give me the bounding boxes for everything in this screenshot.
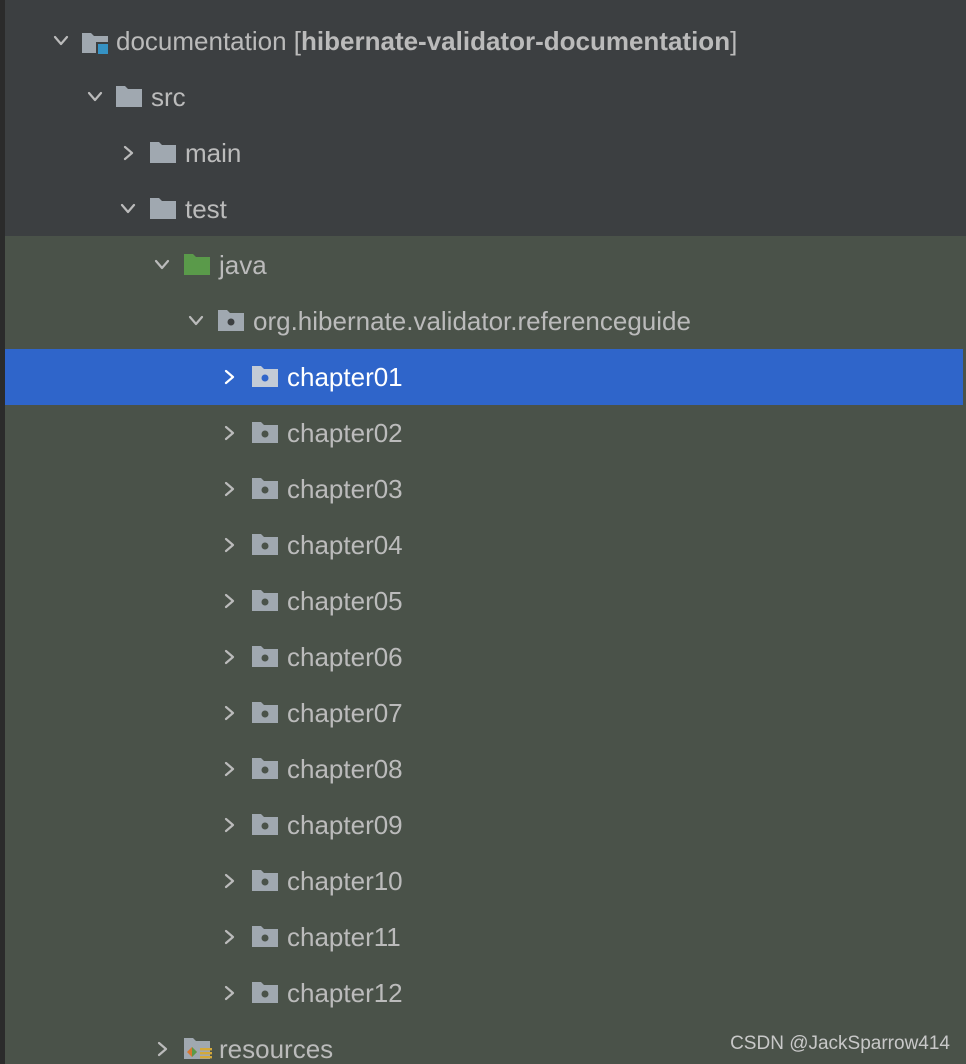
tree-label: chapter10	[287, 866, 403, 896]
tree-row-chapter12[interactable]: chapter12	[5, 965, 963, 1021]
chevron-right-icon[interactable]	[220, 536, 238, 554]
chevron-right-icon[interactable]	[220, 480, 238, 498]
tree-row-chapter02[interactable]: chapter02	[5, 405, 963, 461]
tree-label: org.hibernate.validator.referenceguide	[253, 306, 691, 336]
project-tree: documentation [hibernate-validator-docum…	[0, 0, 966, 1064]
module-folder-icon	[80, 28, 112, 58]
package-icon	[251, 364, 279, 388]
package-icon	[251, 980, 279, 1004]
tree-label: chapter05	[287, 586, 403, 616]
package-icon	[251, 588, 279, 612]
tree-label: chapter11	[287, 922, 401, 952]
module-label: documentation [hibernate-validator-docum…	[116, 26, 738, 56]
tree-row-module[interactable]: documentation [hibernate-validator-docum…	[5, 13, 963, 69]
tree-label: chapter03	[287, 474, 403, 504]
package-icon	[251, 924, 279, 948]
tree-label: chapter12	[287, 978, 403, 1008]
tree-label: chapter01	[287, 362, 403, 392]
tree-row-chapter04[interactable]: chapter04	[5, 517, 963, 573]
chevron-right-icon[interactable]	[153, 1040, 171, 1058]
chevron-right-icon[interactable]	[220, 424, 238, 442]
chevron-right-icon[interactable]	[119, 144, 137, 162]
tree-row-test[interactable]: test	[5, 181, 963, 237]
tree-label: chapter04	[287, 530, 403, 560]
module-artifact-name: hibernate-validator-documentation	[301, 26, 731, 56]
chevron-right-icon[interactable]	[220, 704, 238, 722]
chevron-right-icon[interactable]	[220, 928, 238, 946]
tree-row-main[interactable]: main	[5, 125, 963, 181]
watermark: CSDN @JackSparrow414	[730, 1033, 950, 1054]
chevron-down-icon[interactable]	[119, 200, 137, 218]
folder-icon	[149, 140, 177, 164]
package-icon	[217, 308, 245, 332]
chevron-right-icon[interactable]	[220, 816, 238, 834]
package-icon	[251, 420, 279, 444]
chevron-down-icon[interactable]	[153, 256, 171, 274]
tree-label: src	[151, 82, 186, 112]
test-source-folder-icon	[183, 252, 211, 276]
chevron-right-icon[interactable]	[220, 984, 238, 1002]
package-icon	[251, 868, 279, 892]
chevron-right-icon[interactable]	[220, 872, 238, 890]
tree-row-chapter03[interactable]: chapter03	[5, 461, 963, 517]
tree-row-chapter08[interactable]: chapter08	[5, 741, 963, 797]
package-icon	[251, 644, 279, 668]
resources-folder-icon	[183, 1036, 215, 1060]
package-icon	[251, 700, 279, 724]
tree-label: java	[219, 250, 267, 280]
tree-label: chapter07	[287, 698, 403, 728]
tree-row-chapter05[interactable]: chapter05	[5, 573, 963, 629]
tree-label: chapter02	[287, 418, 403, 448]
tree-label: chapter08	[287, 754, 403, 784]
tree-row-chapter06[interactable]: chapter06	[5, 629, 963, 685]
tree-label: resources	[219, 1034, 334, 1064]
tree-label: chapter09	[287, 810, 403, 840]
tree-row-src[interactable]: src	[5, 69, 963, 125]
package-icon	[251, 532, 279, 556]
tree-label: test	[185, 194, 227, 224]
chevron-down-icon[interactable]	[52, 32, 70, 50]
package-icon	[251, 756, 279, 780]
chevron-right-icon[interactable]	[220, 760, 238, 778]
folder-icon	[115, 84, 143, 108]
folder-icon	[149, 196, 177, 220]
tree-row-package[interactable]: org.hibernate.validator.referenceguide	[5, 293, 963, 349]
tree-row-chapter01[interactable]: chapter01	[5, 349, 963, 405]
tree-label: chapter06	[287, 642, 403, 672]
chevron-right-icon[interactable]	[220, 592, 238, 610]
chevron-right-icon[interactable]	[220, 648, 238, 666]
package-icon	[251, 812, 279, 836]
tree-label: main	[185, 138, 242, 168]
tree-row-chapter11[interactable]: chapter11	[5, 909, 963, 965]
package-icon	[251, 476, 279, 500]
chevron-down-icon[interactable]	[187, 312, 205, 330]
chevron-down-icon[interactable]	[86, 88, 104, 106]
tree-row-chapter09[interactable]: chapter09	[5, 797, 963, 853]
tree-row-chapter10[interactable]: chapter10	[5, 853, 963, 909]
tree-row-java[interactable]: java	[5, 237, 963, 293]
tree-row-chapter07[interactable]: chapter07	[5, 685, 963, 741]
chevron-right-icon[interactable]	[220, 368, 238, 386]
